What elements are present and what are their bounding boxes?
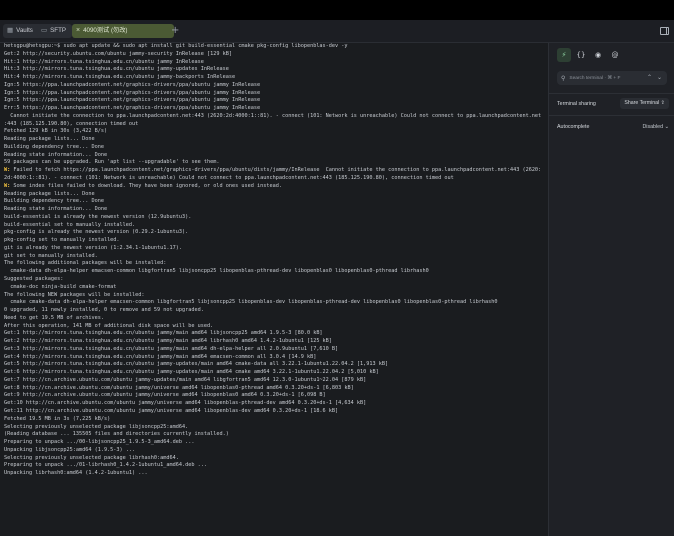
terminal-line: Get:3 http://mirrors.tuna.tsinghua.edu.c… [4, 345, 339, 352]
terminal-line: Selecting previously unselected package … [4, 423, 189, 430]
terminal-line: Selecting previously unselected package … [4, 454, 179, 461]
terminal-line: Hit:3 http://mirrors.tuna.tsinghua.edu.c… [4, 66, 229, 73]
terminal-line: Get:1 http://mirrors.tuna.tsinghua.edu.c… [4, 330, 323, 337]
terminal-line: Get:11 http://cn.archive.ubuntu.com/ubun… [4, 407, 339, 414]
add-tab-icon[interactable]: + [171, 24, 179, 38]
terminal-line: Get:9 http://cn.archive.ubuntu.com/ubunt… [4, 392, 326, 399]
screen-top-bar [0, 0, 674, 20]
share-terminal-label: Share Terminal [624, 100, 660, 106]
terminal-line: Get:8 http://cn.archive.ubuntu.com/ubunt… [4, 384, 354, 391]
terminal-line: The following NEW packages will be insta… [4, 291, 145, 298]
autocomplete-select[interactable]: Disabled ⌄ [642, 121, 669, 133]
terminal-line: After this operation, 141 MB of addition… [4, 322, 214, 329]
terminal-sharing-row: Terminal sharing Share Terminal ⇪ [557, 98, 669, 110]
lightning-icon[interactable]: ⚡ [557, 48, 571, 62]
terminal-line: Get:5 http://mirrors.tuna.tsinghua.edu.c… [4, 361, 389, 368]
terminal-line: git set to manually installed. [4, 252, 98, 259]
terminal-line: Unpacking librhash0:amd64 (1.4.2-1ubuntu… [4, 470, 148, 477]
tab-terminal-label: 4090测试 (勿改) [83, 27, 128, 34]
toggle-panel-icon[interactable] [660, 27, 669, 35]
autocomplete-label: Autocomplete [557, 124, 590, 130]
terminal-line: Fetched 129 kB in 30s (3,422 B/s) [4, 128, 108, 135]
tab-sftp-label: SFTP [50, 27, 66, 34]
terminal-line: Need to get 19.5 MB of archives. [4, 314, 104, 321]
share-icon: ⇪ [660, 100, 665, 106]
terminal-line: Get:4 http://mirrors.tuna.tsinghua.edu.c… [4, 353, 317, 360]
vault-icon: ▦ [7, 27, 14, 34]
palette-icon[interactable]: ◉ [591, 48, 605, 62]
terminal-line: Reading state information... Done [4, 206, 108, 213]
terminal-line: Fetched 19.5 MB in 3s (7,225 kB/s) [4, 415, 111, 422]
terminal-line: Hit:4 http://mirrors.tuna.tsinghua.edu.c… [4, 74, 236, 81]
terminal-line: Reading state information... Done [4, 151, 108, 158]
chevron-up-icon[interactable]: ⌃ [647, 74, 652, 81]
terminal-line: 59 packages can be upgraded. Run 'apt li… [4, 159, 220, 166]
chevron-down-icon: ⌄ [664, 124, 669, 130]
chevron-down-icon[interactable]: ⌄ [657, 74, 662, 81]
terminal-line: build-essential is already the newest ve… [4, 213, 192, 220]
autocomplete-value: Disabled [642, 124, 664, 130]
close-icon[interactable]: × [76, 24, 80, 38]
autocomplete-row[interactable]: Autocomplete Disabled ⌄ [557, 121, 669, 133]
terminal-line: Hit:1 http://mirrors.tuna.tsinghua.edu.c… [4, 58, 204, 65]
sidebar-divider [549, 93, 674, 94]
terminal-line: Suggested packages: [4, 275, 64, 282]
terminal-line: cmake-data dh-elpa-helper emacsen-common… [4, 268, 429, 275]
terminal-line: Preparing to unpack .../00-libjsoncpp25_… [4, 439, 195, 446]
tab-terminal[interactable]: × 4090测试 (勿改) [72, 24, 174, 38]
terminal-output[interactable]: hetsgpu@hetsgpu:~$ sudo apt update && su… [0, 43, 548, 536]
code-braces-icon[interactable]: {} [574, 48, 588, 62]
terminal-line: cmake cmake-data dh-elpa-helper emacsen-… [4, 299, 498, 306]
terminal-line: Err:5 https://ppa.launchpadcontent.net/g… [4, 105, 261, 112]
sidebar-divider [549, 115, 674, 116]
terminal-line: pkg-config set to manually installed. [4, 237, 120, 244]
tab-bar: ▦ Vaults ▭ SFTP × 4090测试 (勿改) [0, 20, 674, 43]
terminal-line: The following additional packages will b… [4, 260, 167, 267]
terminal-line: Ign:5 https://ppa.launchpadcontent.net/g… [4, 97, 261, 104]
terminal-line: git is already the newest version (1:2.3… [4, 244, 183, 251]
terminal-sidebar: ⚡ {} ◉ @ ⚲ Search terminal · ⌘ + F ⌃ ⌄ T… [548, 43, 674, 536]
terminal-line: Get:2 http://mirrors.tuna.tsinghua.edu.c… [4, 338, 332, 345]
terminal-line: Unpacking libjsoncpp25:amd64 (1.9.5-3) .… [4, 446, 136, 453]
terminal-line: (Reading database ... 135505 files and d… [4, 431, 229, 438]
sidebar-toolbar: ⚡ {} ◉ @ [557, 48, 622, 62]
terminal-line: Reading package lists... Done [4, 190, 95, 197]
search-terminal-box[interactable]: ⚲ Search terminal · ⌘ + F ⌃ ⌄ [557, 71, 667, 85]
search-input[interactable]: Search terminal · ⌘ + F [569, 76, 620, 81]
terminal-line: W: Some index files failed to download. … [4, 182, 282, 189]
share-terminal-button[interactable]: Share Terminal ⇪ [620, 98, 669, 109]
terminal-line: Get:7 http://cn.archive.ubuntu.com/ubunt… [4, 376, 367, 383]
terminal-line: Cannot initiate the connection to ppa.la… [4, 112, 542, 119]
terminal-line: Get:6 http://mirrors.tuna.tsinghua.edu.c… [4, 369, 379, 376]
terminal-line: Ign:5 https://ppa.launchpadcontent.net/g… [4, 89, 261, 96]
terminal-line: build-essential set to manually installe… [4, 221, 136, 228]
terminal-line: 0 upgraded, 11 newly installed, 0 to rem… [4, 307, 204, 314]
at-sign-icon[interactable]: @ [608, 48, 622, 62]
terminal-line: W: Failed to fetch https://ppa.launchpad… [4, 167, 542, 174]
terminal-line: Building dependency tree... Done [4, 143, 104, 150]
terminal-line: hetsgpu@hetsgpu:~$ sudo apt update && su… [4, 43, 348, 49]
terminal-line: Building dependency tree... Done [4, 198, 104, 205]
terminal-line: Preparing to unpack .../01-librhash0_1.4… [4, 462, 208, 469]
terminal-line: 2d:4000:1::81). - connect (101: Network … [4, 175, 454, 182]
terminal-line: Reading package lists... Done [4, 136, 95, 143]
tab-vaults-label: Vaults [16, 27, 33, 34]
tab-sftp[interactable]: ▭ SFTP [37, 24, 72, 38]
terminal-line: Get:10 http://cn.archive.ubuntu.com/ubun… [4, 400, 367, 407]
terminal-sharing-label: Terminal sharing [557, 101, 596, 107]
search-icon: ⚲ [561, 74, 566, 82]
terminal-line: pkg-config is already the newest version… [4, 229, 189, 236]
terminal-line: Ign:5 https://ppa.launchpadcontent.net/g… [4, 81, 261, 88]
terminal-line: cmake-doc ninja-build cmake-format [4, 283, 117, 290]
terminal-lines: hetsgpu@hetsgpu:~$ sudo apt update && su… [4, 43, 548, 478]
folder-icon: ▭ [41, 27, 48, 34]
terminal-line: Get:2 http://security.ubuntu.com/ubuntu … [4, 50, 232, 57]
terminal-line: :443 (185.125.190.80), connection timed … [4, 120, 139, 127]
